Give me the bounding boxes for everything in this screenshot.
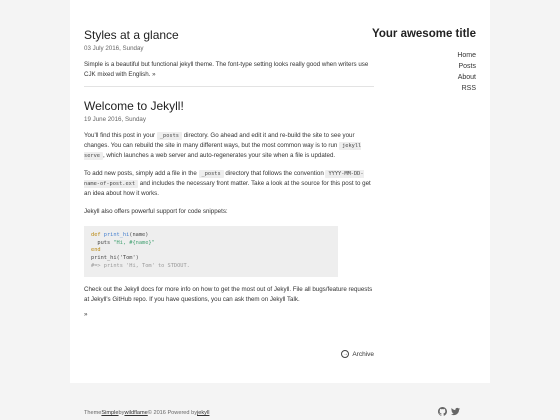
nav-item-posts[interactable]: Posts [366,61,476,72]
page-container: Styles at a glance 03 July 2016, Sunday … [70,0,490,383]
post-date: 19 June 2016, Sunday [84,116,146,123]
author-link[interactable]: wildflame [124,410,147,416]
divider [84,86,374,87]
post-paragraph: Check out the Jekyll docs for more info … [84,285,373,303]
github-icon[interactable] [438,407,447,416]
nav-item-home[interactable]: Home [366,50,476,61]
inline-code: _posts [198,170,224,178]
read-more-link[interactable]: » [84,310,374,320]
post-paragraph: Jekyll also offers powerful support for … [84,208,228,215]
nav-item-rss[interactable]: RSS [366,83,476,94]
inline-code: _posts [156,132,182,140]
code-snippet: def print_hi(name) puts "Hi, #{name}" en… [84,226,338,277]
post-title[interactable]: Welcome to Jekyll! [84,99,374,113]
post-excerpt: Simple is a beautiful but functional jek… [84,61,369,78]
post-date: 03 July 2016, Sunday [84,45,144,52]
archive-link[interactable]: → Archive [341,350,374,358]
social-icons [438,407,460,416]
site-nav: Home Posts About RSS [366,50,476,94]
post-paragraph: You'll find this post in your _posts dir… [84,132,362,160]
site-title[interactable]: Your awesome title [366,28,476,41]
post-title[interactable]: Styles at a glance [84,28,374,42]
post-full: Welcome to Jekyll! 19 June 2016, Sunday … [84,99,374,320]
post-summary: Styles at a glance 03 July 2016, Sunday … [84,28,374,80]
nav-item-about[interactable]: About [366,72,476,83]
archive-label: Archive [352,350,374,358]
twitter-icon[interactable] [451,407,460,416]
post-paragraph: To add new posts, simply add a file in t… [84,170,371,197]
theme-link[interactable]: Simple [101,410,118,416]
jekyll-link[interactable]: jekyll [197,410,209,416]
footer: Theme Simple by wildflame © 2016 Powered… [84,407,460,418]
sidebar: Your awesome title Home Posts About RSS [366,28,476,94]
archive-icon: → [341,350,350,358]
